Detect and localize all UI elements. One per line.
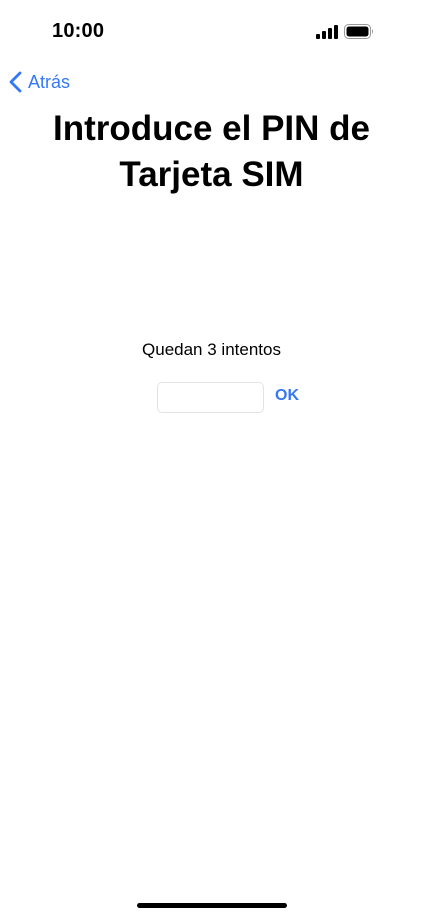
ok-button[interactable]: OK [275,387,299,405]
sim-pin-screen: 10:00 Atrás Introduce el PIN de Tarjeta … [0,0,423,918]
page-title: Introduce el PIN de Tarjeta SIM [53,109,370,194]
pin-input[interactable] [157,382,264,413]
back-button[interactable]: Atrás [8,68,70,96]
battery-icon [344,24,373,39]
home-indicator [137,903,287,908]
status-bar: 10:00 [0,0,423,60]
chevron-left-icon [9,71,22,93]
status-time: 10:00 [52,20,105,42]
attempts-remaining-text: Quedan 3 intentos [142,340,281,359]
back-label: Atrás [28,71,71,92]
cellular-signal-icon [316,25,338,39]
